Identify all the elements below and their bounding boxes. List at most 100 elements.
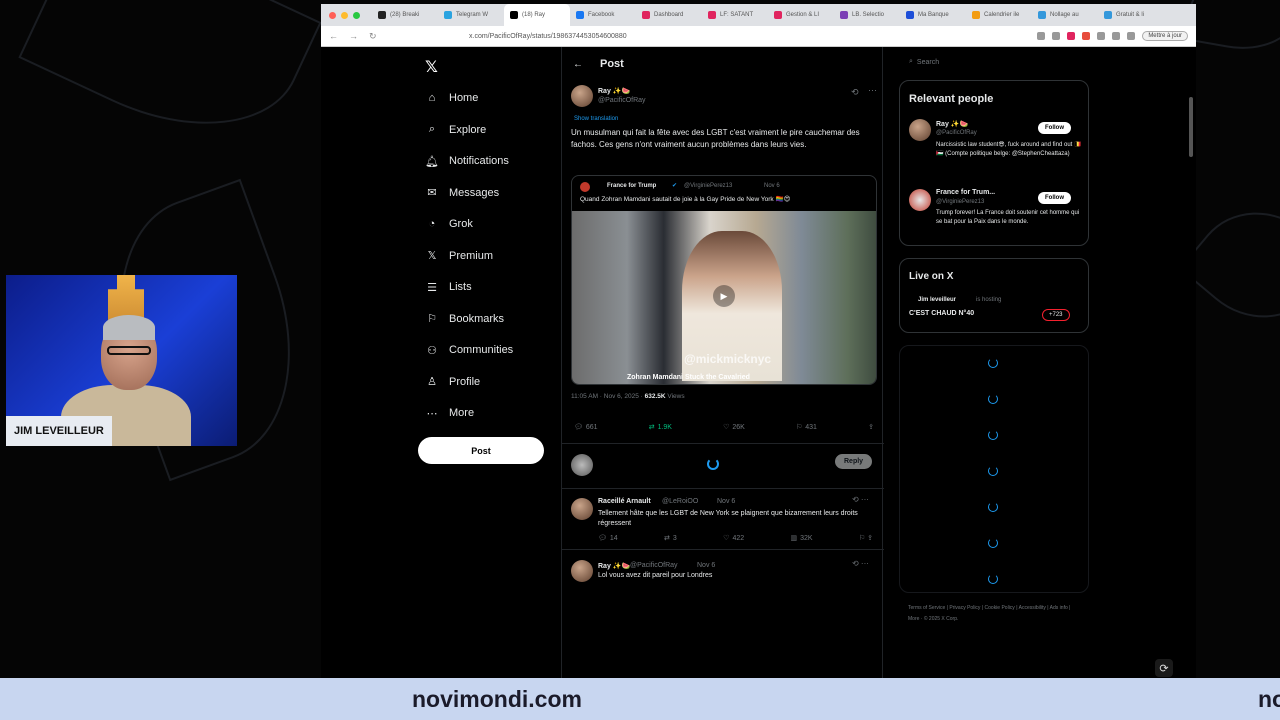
live-title[interactable]: C'EST CHAUD N°40 — [909, 310, 974, 317]
play-icon[interactable]: ▶ — [713, 285, 735, 307]
browser-tab[interactable]: Ma Banque — [900, 4, 966, 26]
like-action[interactable]: ♡ 26K — [723, 423, 745, 432]
extension-icon[interactable] — [1067, 32, 1076, 40]
nav-item-explore[interactable]: ⌕ Explore — [425, 123, 486, 137]
extension-icon[interactable] — [1112, 32, 1121, 40]
url-field[interactable]: x.com/PacificOfRay/status/19863744530546… — [469, 33, 627, 40]
repost-action[interactable]: ⇄ 3 — [664, 534, 677, 543]
bookmark-action[interactable]: ⚐ 431 — [796, 423, 817, 432]
back-arrow-icon[interactable]: ← — [573, 59, 583, 70]
footer-link[interactable]: Accessibility — [1019, 605, 1046, 611]
browser-tab[interactable]: Nollage au — [1032, 4, 1098, 26]
sidebar-toggle-icon[interactable] — [1127, 32, 1136, 40]
reply-item[interactable]: Ray ✨🍉 @PacificOfRay Nov 6 ⟲ ··· Lol vou… — [562, 554, 884, 594]
browser-tab-active[interactable]: (18) Ray — [504, 4, 570, 26]
x-logo-icon[interactable]: 𝕏 — [425, 57, 438, 77]
minimize-window-button[interactable] — [341, 11, 348, 19]
reload-icon[interactable]: ↻ — [369, 31, 379, 42]
footer-link[interactable]: Privacy Policy — [949, 605, 980, 611]
nav-item-messages[interactable]: ✉ Messages — [425, 186, 499, 200]
grok-icon[interactable]: ⟲ — [851, 87, 859, 98]
bookmark-share-icons[interactable]: ⚐ ⇪ — [859, 534, 873, 542]
browser-tab[interactable]: Telegram W — [438, 4, 504, 26]
browser-tab[interactable]: Facebook — [570, 4, 636, 26]
footer-link[interactable]: Ads info — [1050, 605, 1068, 611]
reply-count: 661 — [585, 423, 598, 431]
author-name[interactable]: Ray ✨🍉 — [598, 87, 630, 95]
browser-tab[interactable]: LB. Selectio — [834, 4, 900, 26]
reply-handle[interactable]: @LeRoiOO — [662, 498, 698, 505]
search-input[interactable]: ⌕ Search — [899, 54, 1089, 70]
reply-avatar[interactable] — [571, 560, 593, 582]
update-browser-button[interactable]: Mettre à jour — [1142, 31, 1188, 41]
person-avatar[interactable] — [909, 119, 931, 141]
show-translation-link[interactable]: Show translation — [574, 116, 618, 122]
repost-action[interactable]: ⇄ 1.9K — [649, 423, 672, 432]
nav-item-profile[interactable]: ♙ Profile — [425, 375, 480, 389]
reply-avatar[interactable] — [571, 498, 593, 520]
nav-item-grok[interactable]: ◔ Grok — [425, 217, 473, 231]
author-handle[interactable]: @PacificOfRay — [598, 97, 646, 104]
close-window-button[interactable] — [329, 11, 336, 19]
nav-item-more[interactable]: ⋯ More — [425, 406, 475, 420]
footer-link[interactable]: More · — [908, 616, 922, 622]
nav-item-notifications[interactable]: 🔔︎ Notifications — [425, 154, 509, 168]
maximize-window-button[interactable] — [353, 11, 360, 19]
live-host[interactable]: Jim leveilleur — [918, 297, 956, 303]
person-name[interactable]: France for Trum... — [936, 189, 995, 196]
video-watermark: @mickmicknyc — [684, 352, 772, 366]
reply-author[interactable]: Ray ✨🍉 — [598, 562, 630, 570]
browser-tab[interactable]: Gestion & LI — [768, 4, 834, 26]
more-options-icon[interactable]: ··· — [868, 85, 877, 95]
live-listener-count[interactable]: +723 — [1042, 309, 1070, 321]
person-name[interactable]: Ray ✨🍉 — [936, 120, 968, 128]
back-arrow-icon[interactable]: ← — [329, 31, 339, 41]
nav-item-lists[interactable]: ☰ Lists — [425, 280, 472, 294]
my-avatar[interactable] — [571, 454, 593, 476]
nav-item-communities[interactable]: ⚇ Communities — [425, 343, 513, 357]
reply-author[interactable]: Raceillé Arnault — [598, 498, 651, 505]
main-column: ← Post Ray ✨🍉 @PacificOfRay ⟲ ··· Show t… — [561, 47, 884, 678]
reply-handle[interactable]: @PacificOfRay — [630, 562, 678, 569]
views-action[interactable]: ▥ 32K — [790, 534, 812, 543]
reply-action[interactable]: 💬︎ 661 — [574, 423, 598, 432]
person-handle[interactable]: @VirginiePerez13 — [936, 199, 984, 205]
refresh-icon[interactable]: ⟳ — [1155, 659, 1173, 677]
footer-link[interactable]: Terms of Service — [908, 605, 945, 611]
browser-tab[interactable]: Dashboard — [636, 4, 702, 26]
person-avatar[interactable] — [909, 189, 931, 211]
reply-button[interactable]: Reply — [835, 454, 873, 469]
post-compose-button[interactable]: Post — [418, 437, 544, 464]
browser-tab[interactable]: LF: SATANT — [702, 4, 768, 26]
extension-icon[interactable] — [1082, 32, 1091, 40]
window-controls — [329, 11, 360, 19]
browser-tab[interactable]: (28) Breaki — [372, 4, 438, 26]
footer-link[interactable]: Cookie Policy — [985, 605, 1015, 611]
extension-icon[interactable] — [1097, 32, 1106, 40]
quoted-post[interactable]: France for Trump ✔ @VirginiePerez13 Nov … — [571, 175, 877, 385]
like-action[interactable]: ♡ 422 — [723, 534, 744, 543]
nav-item-bookmarks[interactable]: ⚐ Bookmarks — [425, 312, 504, 326]
scrollbar[interactable] — [1189, 97, 1193, 157]
nav-item-premium[interactable]: 𝕏 Premium — [425, 249, 493, 263]
nav-item-home[interactable]: ⌂ Home — [425, 91, 479, 105]
person-handle[interactable]: @PacificOfRay — [936, 130, 977, 136]
follow-button[interactable]: Follow — [1038, 122, 1071, 134]
extensions-toolbar: Mettre à jour — [1037, 31, 1188, 41]
browser-tab[interactable]: Gratuit & li — [1098, 4, 1164, 26]
calendar-favicon-icon — [972, 11, 980, 19]
extension-icon[interactable] — [1052, 32, 1061, 40]
share-icon[interactable]: ⇪ — [868, 423, 874, 431]
browser-tab[interactable]: Calendrier ile — [966, 4, 1032, 26]
forward-arrow-icon[interactable]: → — [349, 31, 359, 41]
tab-label: Dashboard — [654, 12, 684, 18]
post-timestamp[interactable]: 11:05 AM · Nov 6, 2025 · — [571, 393, 645, 400]
reply-action[interactable]: 💬︎ 14 — [598, 534, 618, 543]
author-avatar[interactable] — [571, 85, 593, 107]
video-player[interactable]: ▶ @mickmicknyc Zohran Mamdani Stuck the … — [572, 211, 876, 384]
follow-button[interactable]: Follow — [1038, 192, 1071, 204]
more-options-icon[interactable]: ⟲ ··· — [852, 495, 869, 504]
reply-item[interactable]: Raceillé Arnault @LeRoiOO Nov 6 ⟲ ··· Te… — [562, 492, 884, 550]
extension-icon[interactable] — [1037, 32, 1046, 40]
more-options-icon[interactable]: ⟲ ··· — [852, 559, 869, 568]
